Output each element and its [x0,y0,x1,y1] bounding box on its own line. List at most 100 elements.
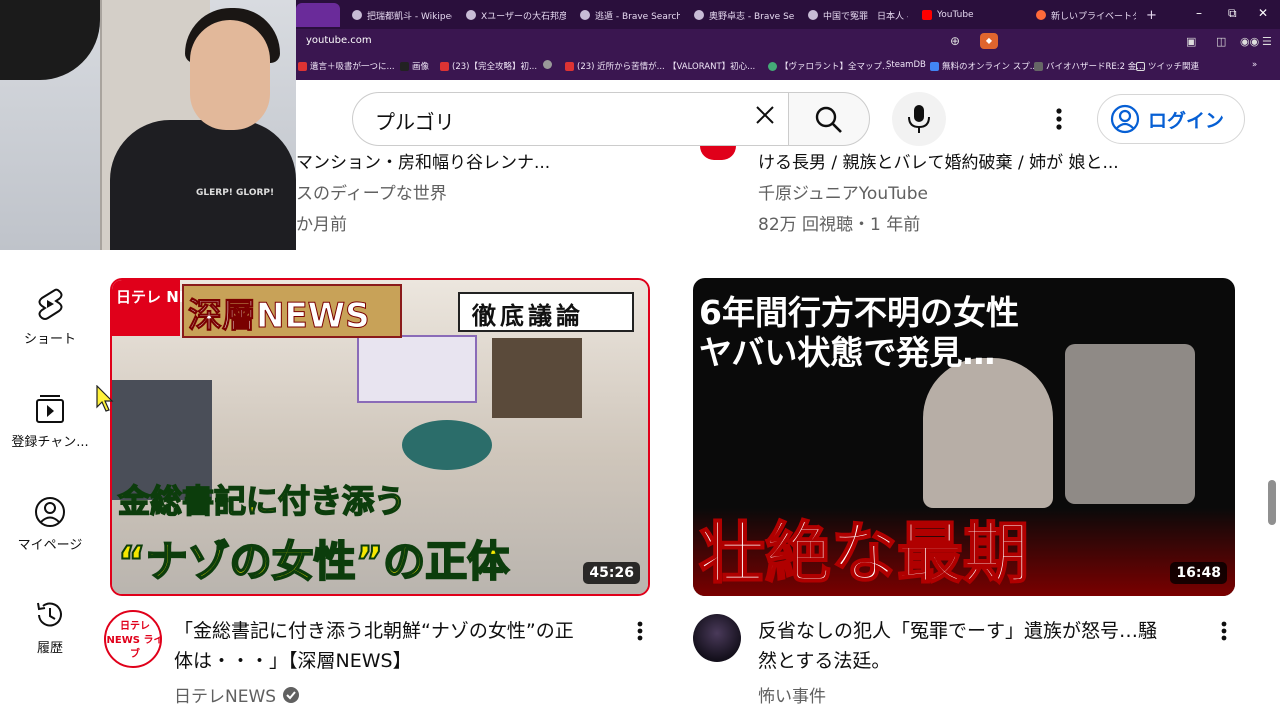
duration-badge: 45:26 [583,562,640,584]
webcam-overlay: GLERP! GLORP! [0,0,296,250]
prev-video-title-left[interactable]: マンション・房和幅り谷レンナ... [296,148,626,173]
wikipedia-icon [352,10,362,20]
brave-icon [694,10,704,20]
more-vert-icon [1056,108,1062,130]
search-icon [815,106,842,133]
thumb-caption: ヤバい状態で発見… [699,333,996,372]
brave-lion-icon [1036,10,1046,20]
login-button[interactable]: ログイン [1097,94,1245,144]
bookmark-item[interactable]: (23) 近所から苦情が... [565,60,665,72]
video-menu-button[interactable] [1214,616,1234,652]
shorts-icon [38,288,63,320]
thumb-caption: 金総書記に付き添う [117,481,407,521]
video-title[interactable]: 「金総書記に付き添う北朝鮮“ナゾの女性”の正 体は・・・」【深層NEWS】 [174,616,634,676]
channel-name[interactable]: 怖い事件 [758,682,826,707]
bookmarks-overflow-icon[interactable]: » [1252,60,1257,70]
tab-private[interactable]: 新しいプライベートタブ [1036,5,1136,25]
sidebar-item-subscriptions[interactable]: 登録チャン... [0,393,100,450]
channel-name[interactable]: 日テレNEWS [174,682,300,707]
channel-avatar[interactable] [693,614,741,662]
shirt-print: GLERP! GLORP! [196,188,275,198]
account-icon [1110,104,1140,134]
avatar-text: 日テレ NEWS ライブ [106,621,162,660]
subscriptions-icon [36,395,64,423]
clear-search-button[interactable] [748,100,782,138]
folder-icon [1136,61,1145,71]
bookmark-item[interactable]: 遺言＋吸書が一つに... [298,60,395,72]
maximize-icon[interactable]: ⧉ [1228,6,1237,21]
account-icon [35,497,65,527]
url-field[interactable]: youtube.com [306,35,372,46]
bookmark-item[interactable]: 無料のオンライン スプ... [930,60,1038,72]
prev-video-meta-left: か月前 [296,215,347,235]
bookmark-item[interactable]: バイオハザードRE:2 金... [1034,60,1144,72]
voice-search-button[interactable] [892,92,946,146]
streamer-shirt [110,120,296,250]
video-thumbnail[interactable]: 6年間行方不明の女性 ヤバい状態で発見… 壮絶な最期 16:48 [693,278,1235,596]
bookmark-item[interactable]: (23)【完全攻略】初... [440,60,537,72]
bookmark-favicon-icon [298,61,307,71]
thumb-caption: “ナゾの女性”の正体 [117,536,510,587]
prev-video-channel-left[interactable]: スのディープな世界 [296,179,447,204]
tab-wikipedia[interactable]: 把瑞都凱斗 - Wikipedia [352,5,452,25]
more-vert-icon [637,621,643,641]
thumb-caption: 壮絶な最期 [698,514,1030,593]
sidebar-item-label: マイページ [17,538,83,553]
search-query[interactable]: プルゴリ [375,106,455,135]
prev-video-title-right[interactable]: ける長男 / 親族とバレて婚約破棄 / 姉が 娘と... [758,148,1208,173]
login-label: ログイン [1148,109,1225,132]
verified-icon [283,686,300,703]
x-icon [400,61,409,71]
new-tab-button[interactable]: + [1146,5,1162,25]
sidebar-item-shorts[interactable]: ショート [0,288,100,347]
bookmark-item[interactable] [543,60,552,69]
sidebar-item-history[interactable]: 履歴 [0,599,100,656]
page-scrollbar[interactable] [1268,480,1276,525]
brave-shields-icon[interactable]: ◆ [980,33,998,49]
thumb-studio-screen [357,335,477,403]
thumb-studio-monitor [492,338,582,418]
sidebar-toggle-icon[interactable]: ◫ [1216,35,1226,48]
thumb-photo-woman [1065,344,1195,504]
youtube-icon [440,61,449,71]
bookmark-folder[interactable]: ツイッチ関連 [1136,60,1199,72]
video-menu-button[interactable] [630,616,650,652]
sidebar-item-you[interactable]: マイページ [0,496,100,553]
bookmark-item[interactable]: SteamDB [886,60,926,70]
cast-icon[interactable]: ▣ [1186,35,1196,48]
video-thumbnail[interactable]: 日テレ NEWS 深層NEWS 徹底議論 金総書記に付き添う “ナゾの女性”の正… [110,278,650,596]
duration-badge: 16:48 [1170,562,1227,584]
close-icon [756,106,774,124]
prev-channel-avatar[interactable] [700,146,736,160]
sidebar-item-label: ショート [23,332,76,347]
streamer-face [190,20,270,130]
close-icon[interactable]: ✕ [1258,6,1268,20]
sidebar-item-label: 履歴 [36,641,63,656]
x-icon [466,10,476,20]
tab-brave-search-1[interactable]: 逃遁 - Brave Search [580,5,680,25]
bookmark-item[interactable]: 画像 [400,60,429,72]
tab-x-post[interactable]: Xユーザーの大石邦彦【C [466,5,566,25]
game-icon [1034,61,1043,71]
prev-video-meta-right: 82万 回視聴・1 年前 [758,215,921,235]
tab-brave-search-3[interactable]: 中国で冤罪 日本人 - [808,5,908,25]
bookmark-item[interactable]: 【VALORANT】初心... [668,60,755,72]
brave-icon [808,10,818,20]
settings-menu-button[interactable] [1045,100,1073,138]
zoom-icon[interactable]: ⊕ [950,34,960,48]
more-vert-icon [1221,621,1227,641]
channel-avatar[interactable]: 日テレ NEWS ライブ [104,610,162,668]
minimize-icon[interactable]: – [1196,6,1202,20]
video-title[interactable]: 反省なしの犯人「冤罪でーす」遺族が怒号…騒 然とする法廷。 [758,616,1210,676]
prev-video-channel-right[interactable]: 千原ジュニアYouTube [758,179,928,204]
tab-youtube[interactable]: YouTube [922,5,1022,25]
youtube-icon [922,10,932,20]
menu-icon[interactable]: ☰ [1262,35,1272,48]
globe-icon [543,60,552,69]
bookmark-item[interactable]: 【ヴァロラント】全マップ... [768,60,890,72]
thumb-tag: 徹底議論 [472,302,584,330]
search-button[interactable] [788,92,870,146]
tab-brave-search-2[interactable]: 奥野卓志 - Brave Search [694,5,794,25]
thumb-studio-table [402,420,492,470]
glasses-icon[interactable]: ◉◉ [1240,35,1259,48]
